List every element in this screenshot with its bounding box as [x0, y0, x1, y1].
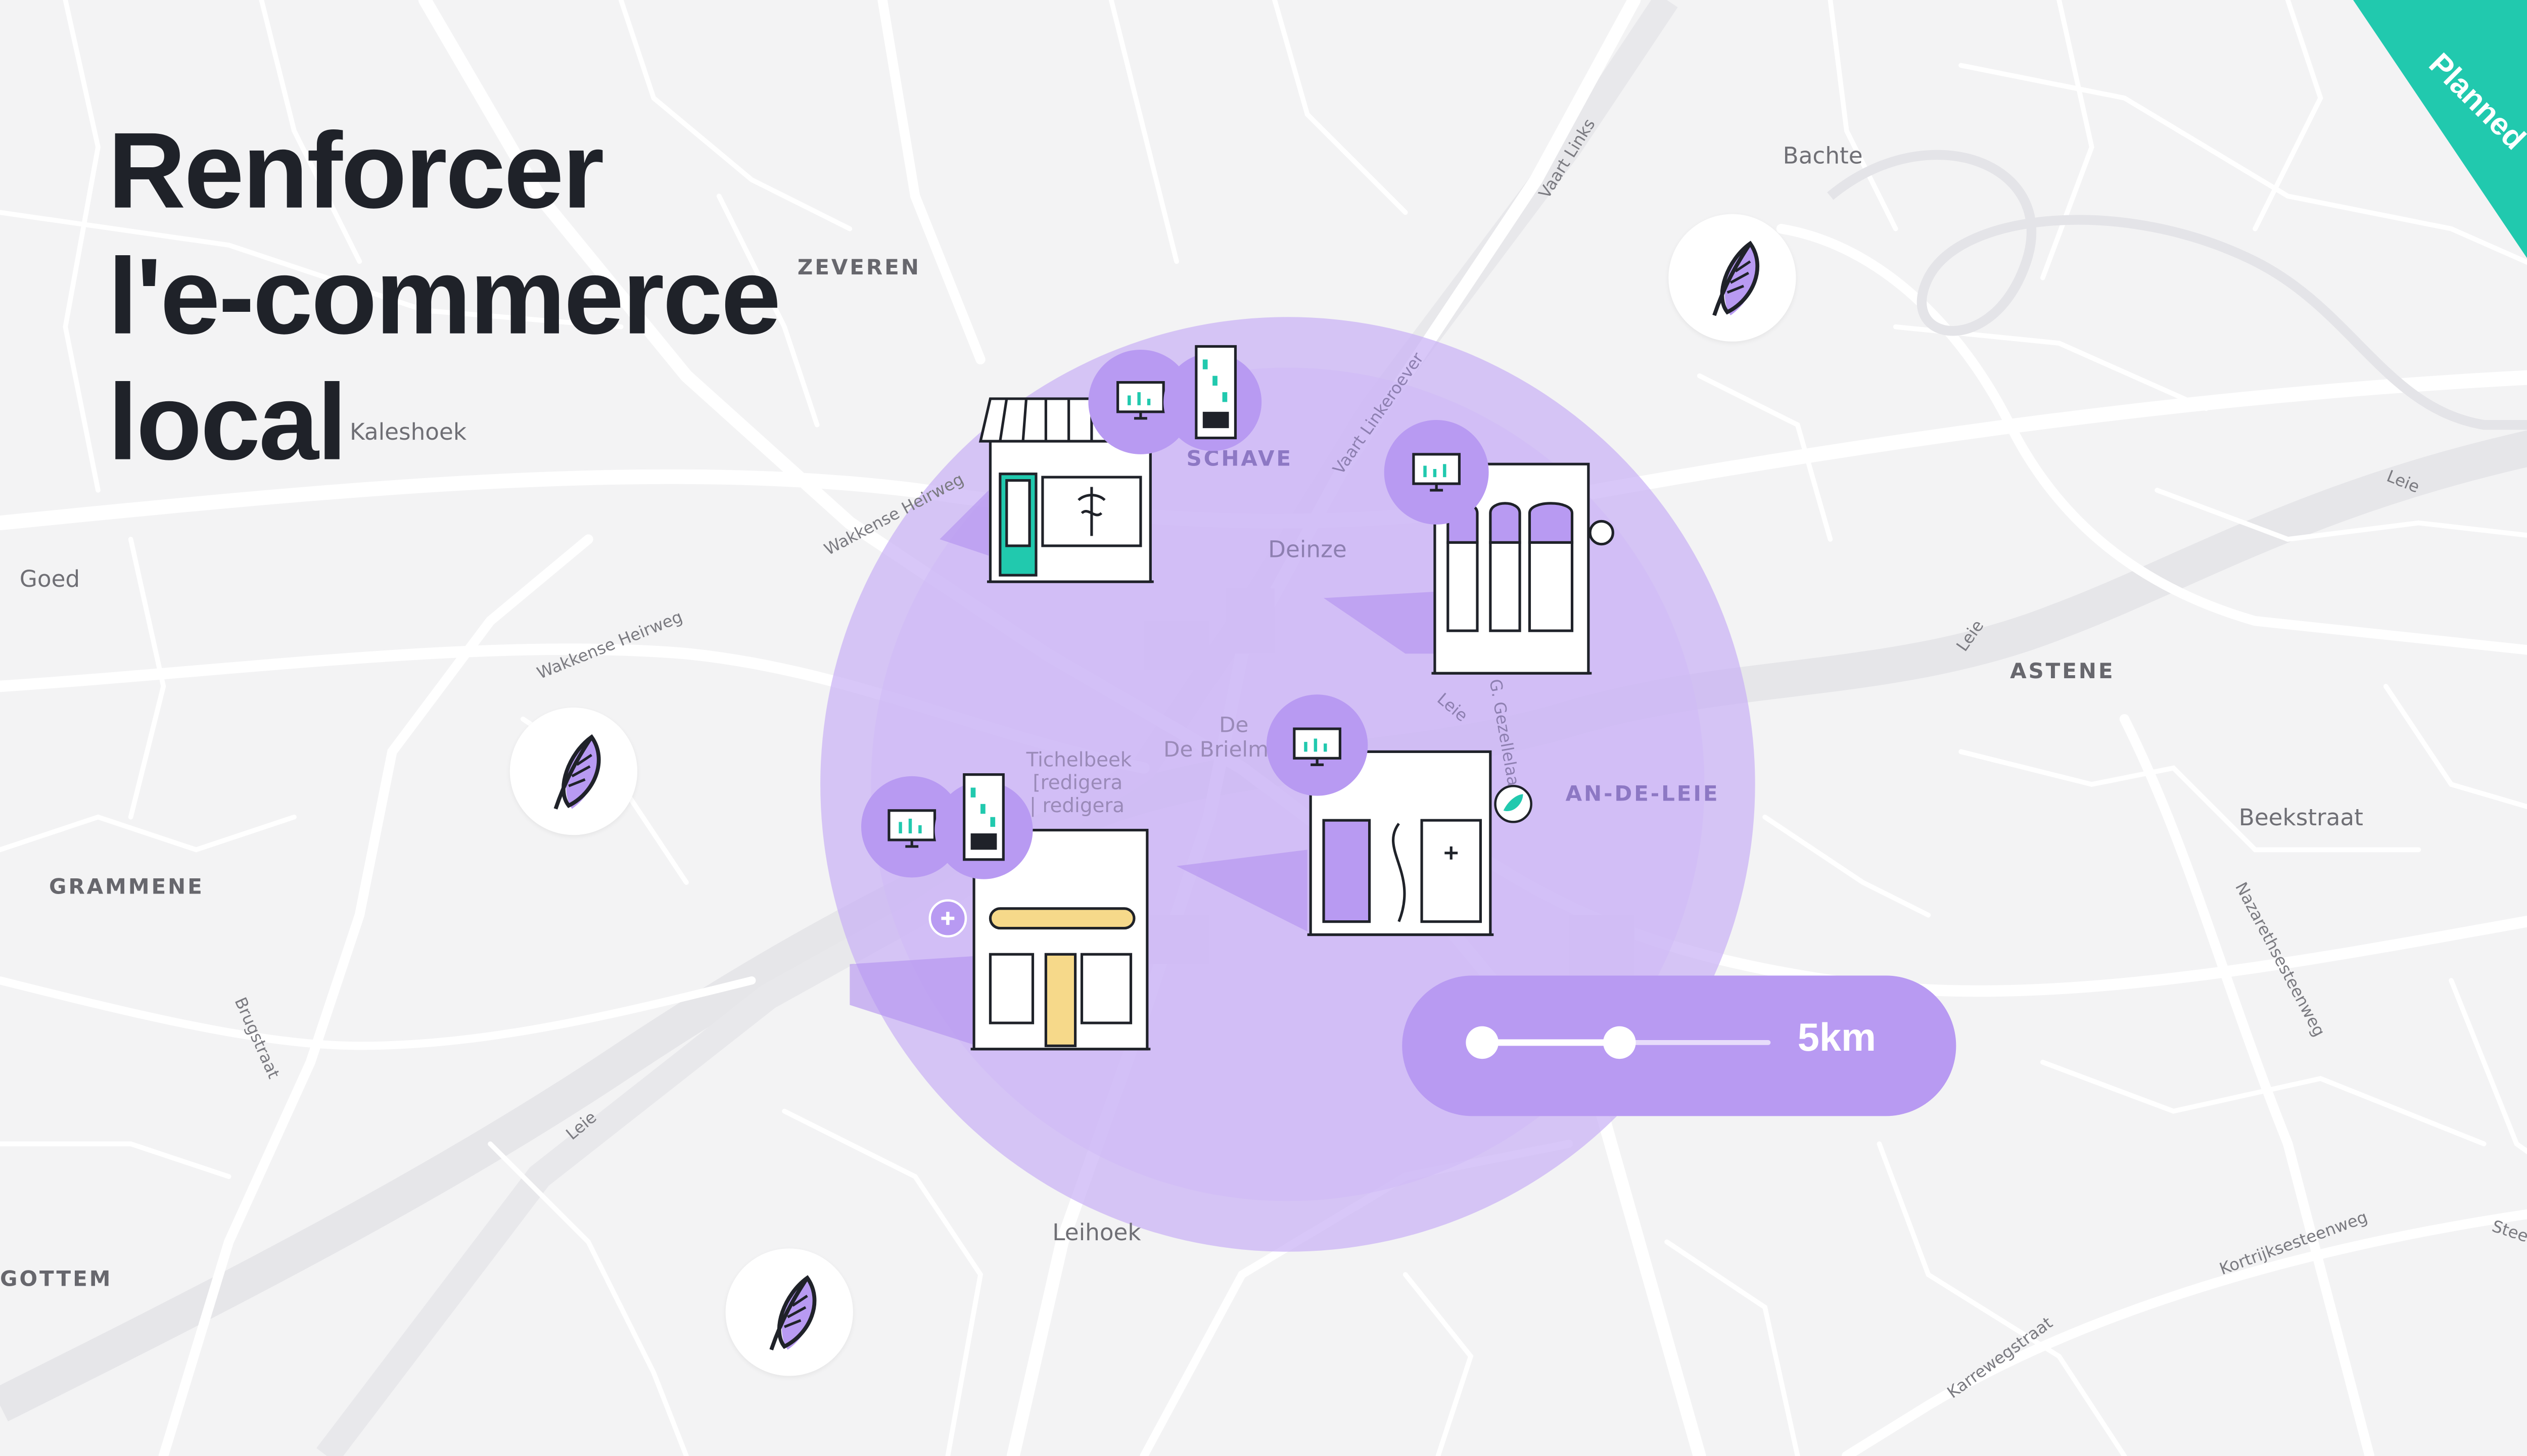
title-line-2: l'e-commerce — [108, 235, 781, 356]
plus-icon — [928, 899, 967, 938]
storefront-icon[interactable] — [974, 340, 1284, 592]
slide-title: Renforcer l'e-commerce local — [108, 108, 781, 485]
monitor-icon — [1266, 694, 1368, 796]
place-label-goed: Goed — [19, 567, 80, 593]
place-label-zeveren: ZEVEREN — [797, 256, 921, 281]
place-label-gottem: GOTTEM — [0, 1268, 113, 1293]
place-label-de: De — [1219, 714, 1249, 739]
leaf-icon[interactable] — [725, 1248, 853, 1376]
storefront-icon[interactable] — [1382, 418, 1627, 683]
storefront-icon[interactable] — [860, 771, 1160, 1056]
slide: ZEVEREN Kaleshoek Goed GRAMMENE GOTTEM S… — [0, 0, 2527, 1456]
slider-start-knob — [1466, 1026, 1499, 1059]
title-line-1: Renforcer — [108, 109, 604, 230]
place-label-beekstraat: Beekstraat — [2238, 806, 2363, 832]
monitor-icon — [1384, 419, 1489, 525]
place-label-leihoek: Leihoek — [1052, 1220, 1141, 1247]
place-label-astene: ASTENE — [2010, 660, 2115, 685]
slider-handle — [1603, 1026, 1636, 1059]
radius-slider[interactable]: 5km — [1402, 975, 1956, 1116]
title-line-3: local — [108, 361, 347, 482]
vending-machine-icon — [1163, 345, 1262, 451]
place-label-grammene: GRAMMENE — [49, 876, 204, 901]
vending-machine-icon — [934, 773, 1033, 879]
leaf-icon[interactable] — [1668, 214, 1796, 342]
place-label-tichelbeek: Tichelbeek — [1026, 748, 1132, 772]
place-label-an-de-leie: AN-DE-LEIE — [1565, 782, 1720, 808]
leaf-badge-icon — [1494, 785, 1532, 823]
radius-value-label: 5km — [1797, 1016, 1877, 1061]
storefront-icon[interactable] — [1265, 693, 1543, 941]
place-label-bachte: Bachte — [1783, 144, 1863, 170]
leaf-icon[interactable] — [509, 708, 638, 835]
